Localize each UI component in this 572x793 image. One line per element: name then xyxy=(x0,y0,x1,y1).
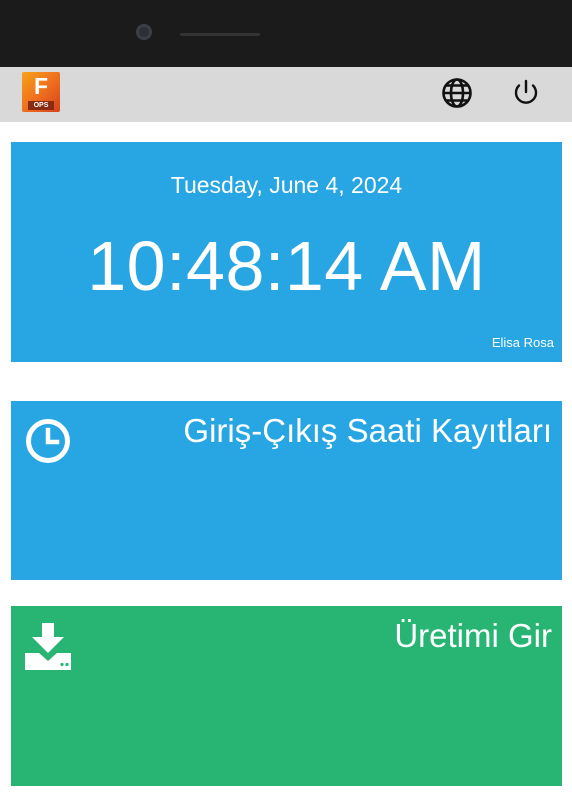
clock-panel: Tuesday, June 4, 2024 10:48:14 AM Elisa … xyxy=(11,142,562,362)
current-time: 10:48:14 AM xyxy=(87,227,486,305)
user-name: Elisa Rosa xyxy=(491,335,554,350)
app-header: F OPS xyxy=(0,67,572,122)
language-button[interactable] xyxy=(439,75,475,111)
speaker-grille xyxy=(180,33,260,36)
enter-production-label: Üretimi Gir xyxy=(394,617,552,654)
download-icon xyxy=(25,623,71,670)
attendance-records-label: Giriş-Çıkış Saati Kayıtları xyxy=(183,412,552,449)
attendance-records-tile[interactable]: Giriş-Çıkış Saati Kayıtları xyxy=(11,401,562,580)
enter-production-tile[interactable]: Üretimi Gir xyxy=(11,606,562,786)
clock-icon xyxy=(26,419,70,463)
logout-button[interactable] xyxy=(508,75,544,111)
globe-icon xyxy=(442,78,472,108)
current-date: Tuesday, June 4, 2024 xyxy=(170,172,403,198)
logo-letter: F xyxy=(33,73,49,99)
app-logo: F OPS xyxy=(22,72,60,112)
device-bezel xyxy=(0,0,572,67)
camera-lens xyxy=(136,24,152,40)
logo-label: OPS xyxy=(28,101,54,110)
power-icon xyxy=(514,79,538,104)
